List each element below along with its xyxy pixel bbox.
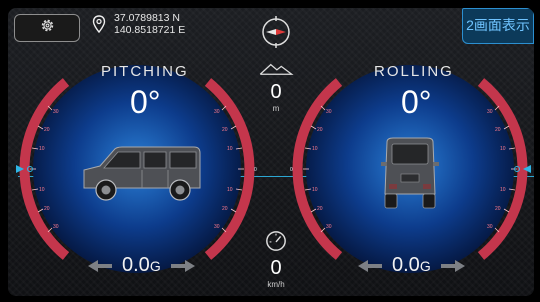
rolling-tick-label: 10 (500, 187, 506, 193)
gear-icon (39, 17, 56, 39)
speed-unit: km/h (267, 280, 285, 289)
arrow-left-icon (358, 259, 382, 273)
rolling-tick-label: 10 (500, 146, 506, 152)
pitching-tick-label: 10 (39, 187, 45, 193)
pitching-tick-label: 20 (222, 206, 228, 212)
rolling-angle: 0° (401, 84, 432, 120)
pitching-g-force: 0.0G (88, 254, 195, 277)
pitching-tick-label: 10 (227, 146, 233, 152)
inclinometer-screen: 37.0789813 N 140.8518721 E 2画面表示 0 m 0 k… (8, 8, 534, 296)
two-screen-display-button[interactable]: 2画面表示 (462, 8, 534, 44)
rolling-tick-label: 20 (495, 206, 501, 212)
arrow-right-icon (170, 259, 195, 273)
settings-button[interactable] (14, 14, 80, 42)
arrow-left-icon (88, 259, 112, 273)
rolling-tick-label: 30 (487, 224, 493, 230)
rolling-g-force: 0.0G (358, 254, 465, 277)
pitching-tick-label: 10 (39, 146, 45, 152)
pitching-tick-label: 20 (44, 127, 50, 133)
pitching-tick-label: 20 (44, 206, 50, 212)
rolling-tick-label: 30 (326, 224, 332, 230)
pitching-zero-label: 0 (254, 167, 257, 173)
pitching-g-value: 0.0G (122, 254, 161, 276)
rolling-title: ROLLING (374, 63, 454, 80)
pitching-tick-label: 30 (214, 224, 220, 230)
arrow-right-icon (440, 259, 465, 273)
pitching-title: PITCHING (101, 63, 189, 80)
rolling-tick-label: 30 (487, 109, 493, 115)
pitching-tick-label: 30 (53, 109, 59, 115)
rolling-tick-label: 20 (317, 206, 323, 212)
rolling-tick-label: 10 (312, 187, 318, 193)
location-pin-icon (92, 15, 106, 33)
pitching-angle: 0° (130, 84, 161, 120)
pitching-tick-label: 20 (222, 127, 228, 133)
rolling-tick-label: 10 (312, 146, 318, 152)
rolling-tick-label: 30 (326, 109, 332, 115)
compass-icon (259, 15, 293, 49)
pitching-tick-label: 10 (227, 187, 233, 193)
rolling-tick-label: 20 (317, 127, 323, 133)
pitching-tick-label: 30 (214, 109, 220, 115)
longitude-text: 140.8518721 E (114, 24, 186, 36)
pitching-tick-label: 30 (53, 224, 59, 230)
rolling-g-value: 0.0G (392, 254, 431, 276)
latitude-text: 37.0789813 N (114, 12, 180, 24)
gps-coordinates: 37.0789813 N 140.8518721 E (92, 12, 185, 36)
rolling-zero-label: 0 (290, 167, 293, 173)
rolling-tick-label: 20 (495, 127, 501, 133)
